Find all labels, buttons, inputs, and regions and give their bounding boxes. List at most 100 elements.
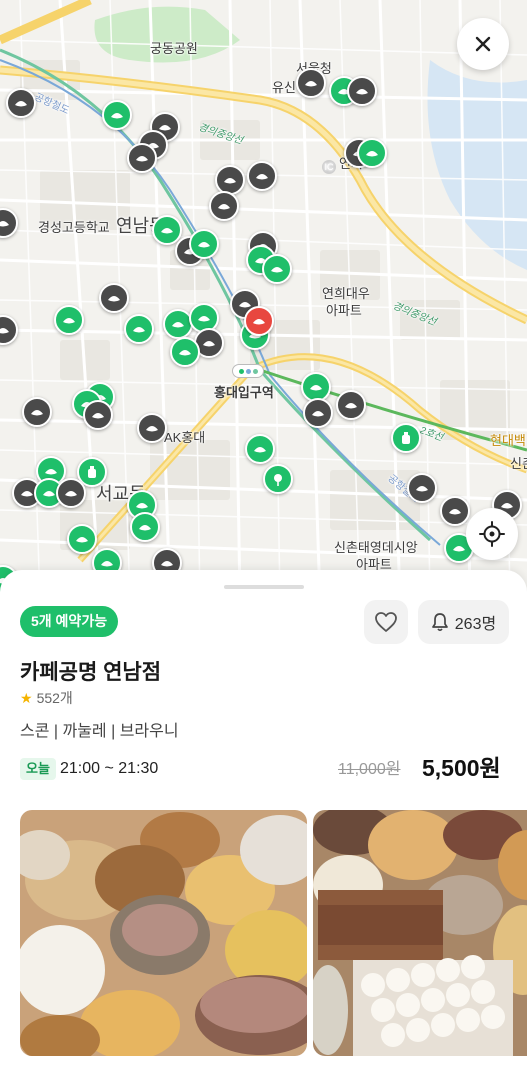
map-view[interactable]: 궁동공원 서울청 유신 IC연희 경성고등학교 연남동 연희대우 아파트 홍대입… xyxy=(0,0,527,600)
croissant-icon xyxy=(161,228,173,234)
store-pin[interactable] xyxy=(102,100,132,130)
croissant-icon xyxy=(453,546,465,552)
store-pin[interactable] xyxy=(137,413,167,443)
croissant-icon xyxy=(356,89,368,95)
store-photo[interactable] xyxy=(313,810,527,1056)
store-pin[interactable] xyxy=(6,88,36,118)
croissant-icon xyxy=(0,221,9,227)
croissant-icon xyxy=(198,316,210,322)
apt1-label-line2: 아파트 xyxy=(326,303,362,318)
store-pin[interactable] xyxy=(124,314,154,344)
croissant-icon xyxy=(21,491,33,497)
store-pin[interactable] xyxy=(67,524,97,554)
rating-row: ★ 552개 xyxy=(20,688,73,708)
availability-badge: 5개 예약가능 xyxy=(20,606,119,637)
notify-button[interactable]: 263명 xyxy=(418,600,509,644)
croissant-icon xyxy=(45,469,57,475)
store-pin[interactable] xyxy=(296,68,326,98)
croissant-icon xyxy=(139,525,151,531)
store-pin[interactable] xyxy=(336,390,366,420)
sale-price: 5,500원 xyxy=(422,755,501,781)
notify-count: 263명 xyxy=(454,616,497,633)
croissant-icon xyxy=(345,403,357,409)
store-pin[interactable] xyxy=(130,512,160,542)
store-pin[interactable] xyxy=(391,423,421,453)
flower-icon xyxy=(274,474,282,486)
store-pin[interactable] xyxy=(357,138,387,168)
store-pin[interactable] xyxy=(22,397,52,427)
croissant-icon xyxy=(63,318,75,324)
croissant-icon xyxy=(253,319,265,325)
park-label: 궁동공원 xyxy=(150,41,198,56)
croissant-icon xyxy=(198,242,210,248)
croissant-icon xyxy=(111,113,123,119)
croissant-icon xyxy=(416,486,428,492)
store-pin[interactable] xyxy=(56,478,86,508)
croissant-icon xyxy=(310,385,322,391)
store-name[interactable]: 카페공명 연남점 xyxy=(20,656,161,686)
bell-icon xyxy=(431,613,448,632)
today-badge: 오늘 xyxy=(20,758,56,780)
favorite-button[interactable] xyxy=(364,600,408,644)
store-pin[interactable] xyxy=(170,337,200,367)
croissant-icon xyxy=(218,204,230,210)
dessert-photo xyxy=(313,810,527,1056)
croissant-icon xyxy=(161,561,173,567)
heart-icon xyxy=(375,612,397,632)
croissant-icon xyxy=(92,413,104,419)
croissant-icon xyxy=(366,151,378,157)
store-pin[interactable] xyxy=(303,398,333,428)
store-pin[interactable] xyxy=(245,434,275,464)
my-location-button[interactable] xyxy=(466,508,518,560)
croissant-icon xyxy=(312,411,324,417)
store-detail-sheet[interactable]: 5개 예약가능 263명 카페공명 연남점 ★ 552개 스콘 | 까눌레 | … xyxy=(0,570,527,1080)
hongdae-label: AK홍대 xyxy=(164,430,206,445)
sheet-drag-handle[interactable] xyxy=(224,585,304,589)
close-icon xyxy=(475,36,491,52)
store-pin[interactable] xyxy=(209,191,239,221)
croissant-icon xyxy=(254,447,266,453)
crosshair-icon xyxy=(479,521,505,547)
croissant-icon xyxy=(449,509,461,515)
croissant-icon xyxy=(179,350,191,356)
store-pin[interactable] xyxy=(347,76,377,106)
croissant-icon xyxy=(224,178,236,184)
selected-store-pin[interactable] xyxy=(244,306,274,336)
pickup-time: 21:00 ~ 21:30 xyxy=(60,760,159,777)
croissant-icon xyxy=(0,328,9,334)
station-label: 홍대입구역 xyxy=(214,385,274,400)
yusin-label: 유신 xyxy=(272,80,296,95)
subway-station-icon xyxy=(232,364,264,378)
ic-icon: IC xyxy=(322,160,336,174)
croissant-icon xyxy=(43,491,55,497)
croissant-icon xyxy=(65,491,77,497)
croissant-icon xyxy=(15,101,27,107)
store-pin[interactable] xyxy=(263,464,293,494)
store-pin[interactable] xyxy=(99,283,129,313)
store-photo[interactable] xyxy=(20,810,307,1056)
croissant-icon xyxy=(133,327,145,333)
store-pin[interactable] xyxy=(440,496,470,526)
croissant-icon xyxy=(101,561,113,567)
croissant-icon xyxy=(172,322,184,328)
store-categories: 스콘 | 까눌레 | 브라우니 xyxy=(20,723,179,740)
croissant-icon xyxy=(31,410,43,416)
croissant-icon xyxy=(305,81,317,87)
croissant-icon xyxy=(146,426,158,432)
store-pin[interactable] xyxy=(127,143,157,173)
rating-count: 552개 xyxy=(36,690,73,706)
store-pin[interactable] xyxy=(54,305,84,335)
pastry-photo xyxy=(20,810,307,1056)
original-price: 11,000원 xyxy=(338,761,401,778)
croissant-icon xyxy=(76,537,88,543)
star-icon: ★ xyxy=(20,689,33,706)
store-pin[interactable] xyxy=(189,229,219,259)
store-pin[interactable] xyxy=(262,254,292,284)
store-pin[interactable] xyxy=(247,161,277,191)
store-pin[interactable] xyxy=(83,400,113,430)
bottle-icon xyxy=(88,466,96,478)
store-pin[interactable] xyxy=(407,473,437,503)
croissant-icon xyxy=(136,503,148,509)
bottle-icon xyxy=(402,432,410,444)
close-button[interactable] xyxy=(457,18,509,70)
